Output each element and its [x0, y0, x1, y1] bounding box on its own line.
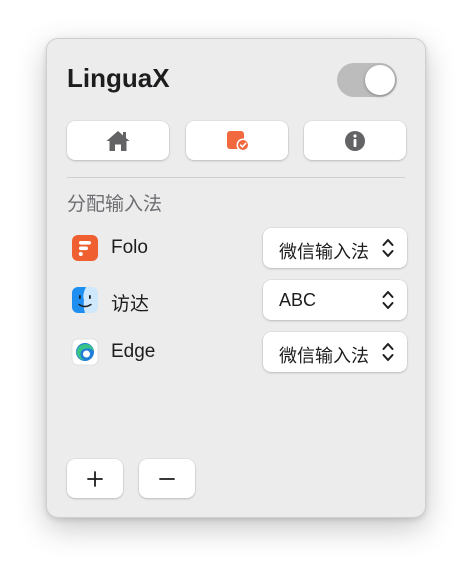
minus-icon: [159, 477, 175, 480]
section-divider: [67, 177, 405, 178]
folo-app-icon: [72, 235, 98, 261]
app-check-icon: [227, 130, 250, 151]
input-method-select[interactable]: 微信输入法: [263, 332, 407, 372]
tab-home[interactable]: [67, 121, 169, 160]
info-icon: [345, 130, 365, 151]
enable-toggle[interactable]: [337, 63, 397, 97]
home-icon: [106, 130, 130, 151]
add-button[interactable]: [67, 459, 123, 498]
linguax-panel: LinguaX 分配输入法 Folo 微信输入法 访达 ABC Edge 微信输…: [46, 38, 426, 518]
toggle-knob: [365, 65, 395, 95]
input-method-value: ABC: [279, 290, 317, 310]
app-row: Edge 微信输入法: [71, 332, 407, 372]
edge-app-icon: [71, 338, 99, 366]
input-method-select[interactable]: ABC: [263, 280, 407, 320]
tab-info[interactable]: [304, 121, 406, 160]
app-name: Folo: [111, 237, 148, 258]
section-title: 分配输入法: [67, 194, 163, 215]
chevron-updown-icon: [382, 291, 394, 309]
plus-icon: [87, 470, 103, 487]
chevron-updown-icon: [382, 239, 394, 257]
remove-button[interactable]: [139, 459, 195, 498]
input-method-select[interactable]: 微信输入法: [263, 228, 407, 268]
app-row: 访达 ABC: [71, 280, 407, 320]
input-method-value: 微信输入法: [279, 242, 369, 262]
tab-app-rules[interactable]: [186, 121, 288, 160]
app-name: Edge: [111, 341, 156, 362]
app-name: 访达: [111, 294, 150, 315]
chevron-updown-icon: [382, 343, 394, 361]
input-method-value: 微信输入法: [279, 346, 369, 366]
app-title: LinguaX: [67, 63, 170, 93]
finder-app-icon: [72, 287, 98, 313]
app-row: Folo 微信输入法: [71, 228, 407, 268]
